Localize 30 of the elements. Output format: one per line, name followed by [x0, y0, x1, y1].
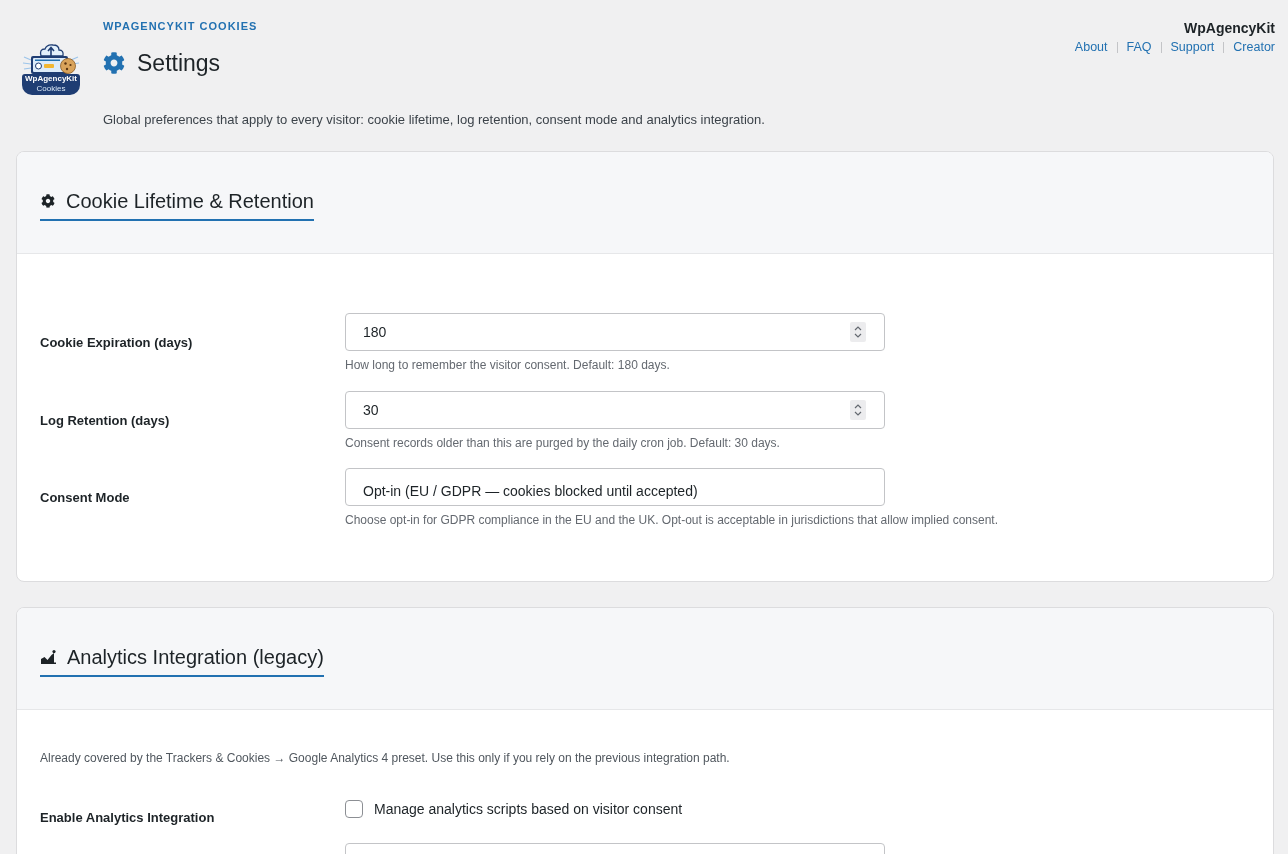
- field-hint: Choose opt-in for GDPR compliance in the EU and the UK. Opt-out is acceptable in jurisdictions that allow implied consent.: [345, 512, 998, 528]
- field-label: Cookie Expiration (days): [40, 334, 193, 352]
- number-input[interactable]: 30: [345, 390, 885, 429]
- field-label: Log Retention (days): [40, 411, 170, 430]
- number-input[interactable]: 180: [345, 313, 885, 351]
- section-intro: Already covered by the Trackers & Cookies → Google Analytics 4 preset. Use this only if you rely on the previous integration path.: [40, 750, 730, 766]
- checkbox[interactable]: [345, 800, 363, 818]
- up-down-chevron-icon[interactable]: [850, 322, 866, 342]
- up-down-chevron-icon[interactable]: [850, 399, 866, 420]
- consent-mode-select[interactable]: Opt-in (EU / GDPR — cookies blocked until accepted): [345, 468, 885, 506]
- logo-subtitle: Cookies: [36, 84, 66, 93]
- header-link[interactable]: Creator: [1233, 39, 1275, 55]
- section-title: Cookie Lifetime & Retention: [66, 189, 314, 213]
- logo-wordmark: WpAgencyKit: [25, 74, 77, 84]
- header-link[interactable]: FAQ: [1126, 39, 1152, 55]
- brand-name: WpAgencyKit: [1184, 19, 1275, 37]
- plugin-name: WPAGENCYKIT COOKIES: [103, 19, 258, 33]
- header-link[interactable]: About: [1074, 39, 1108, 55]
- section-title: Analytics Integration (legacy): [67, 645, 324, 669]
- settings-icon: [103, 52, 125, 74]
- checkbox-label[interactable]: Manage analytics scripts based on visitor consent: [374, 800, 683, 818]
- field-label: Enable Analytics Integration: [40, 809, 215, 827]
- field-hint: How long to remember the visitor consent. Default: 180 days.: [345, 357, 670, 373]
- header-link[interactable]: Support: [1170, 39, 1215, 55]
- gear-icon: [41, 194, 55, 208]
- page-description: Global preferences that apply to every visitor: cookie lifetime, log retention, consent mode and analytics integration.: [103, 111, 765, 129]
- area-chart-icon: [41, 650, 56, 664]
- page-title: Settings: [137, 49, 221, 77]
- field-label: Consent Mode: [40, 489, 130, 507]
- field-hint: Consent records older than this are purged by the daily cron job. Default: 30 days.: [345, 434, 780, 451]
